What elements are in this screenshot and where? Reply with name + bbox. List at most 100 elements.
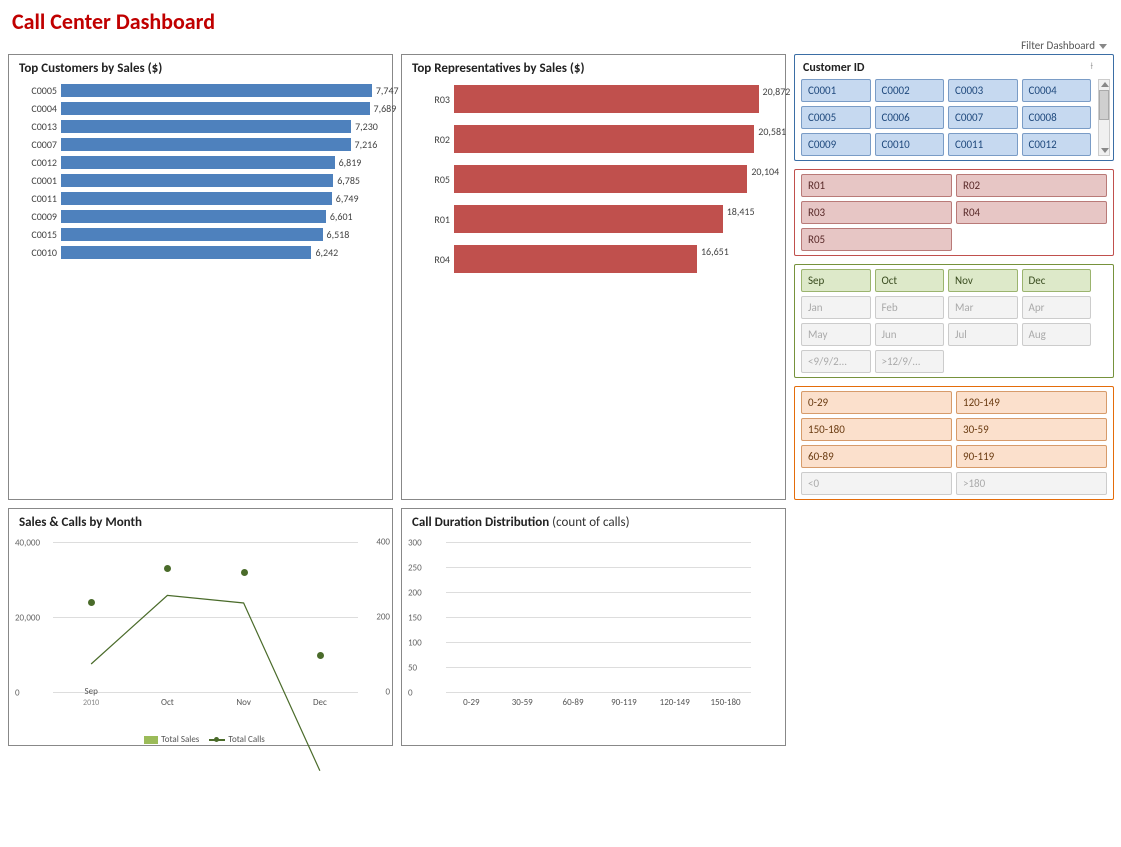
bar-label: R01	[412, 213, 454, 226]
slicer-chip[interactable]: <9/9/2...	[801, 350, 871, 373]
line-marker	[317, 652, 324, 659]
bar-label: C0009	[19, 210, 61, 223]
slicer-chip[interactable]: C0003	[948, 79, 1018, 102]
bar	[454, 205, 723, 233]
bar-label: R05	[412, 173, 454, 186]
bar-label: C0010	[19, 246, 61, 259]
bar-label: C0012	[19, 156, 61, 169]
bar-row: C00057,747	[19, 82, 382, 99]
bar-value: 7,230	[355, 120, 378, 133]
bar-row: C00047,689	[19, 100, 382, 117]
slicer-chip[interactable]: R04	[956, 201, 1107, 224]
slicer-chip[interactable]: Jul	[948, 323, 1018, 346]
bar-value: 16,651	[701, 245, 729, 258]
x-label: 150-180	[573, 697, 878, 708]
call-duration-panel: Call Duration Distribution (count of cal…	[401, 508, 786, 746]
bar-value: 7,689	[374, 102, 397, 115]
slicer-chip[interactable]: 60-89	[801, 445, 952, 468]
slicer-chip[interactable]: C0009	[801, 133, 871, 156]
slicer-chip[interactable]: R05	[801, 228, 952, 251]
slicer-chip[interactable]: Nov	[948, 269, 1018, 292]
top-customers-panel: Top Customers by Sales ($) C00057,747C00…	[8, 54, 393, 500]
bar	[454, 245, 697, 273]
bar-row: R0520,104	[412, 162, 775, 196]
slicer-chip[interactable]: Jun	[875, 323, 945, 346]
slicer-chip[interactable]: May	[801, 323, 871, 346]
scrollbar[interactable]	[1098, 79, 1110, 156]
bar-label: C0007	[19, 138, 61, 151]
bar-row: C0011 6,749	[19, 190, 382, 207]
bar-label: C0005	[19, 84, 61, 97]
slicer-title: Customer ID	[801, 59, 1107, 79]
rep-slicer: R01R02R03R04R05	[794, 169, 1114, 256]
slicer-chip[interactable]: C0007	[948, 106, 1018, 129]
slicer-chip[interactable]: Oct	[875, 269, 945, 292]
bar-label: C0001	[19, 174, 61, 187]
slicer-chip[interactable]: Aug	[1022, 323, 1092, 346]
bar	[61, 246, 311, 259]
chart-title: Call Duration Distribution (count of cal…	[402, 509, 785, 532]
slicer-chip[interactable]: C0011	[948, 133, 1018, 156]
slicer-chip[interactable]: 120-149	[956, 391, 1107, 414]
bar	[61, 174, 333, 187]
bar	[61, 192, 332, 205]
bar	[454, 125, 754, 153]
slicer-chip[interactable]: C0001	[801, 79, 871, 102]
slicer-chip[interactable]: R02	[956, 174, 1107, 197]
slicer-chip[interactable]: 90-119	[956, 445, 1107, 468]
bar-value: 6,785	[337, 174, 360, 187]
slicer-chip[interactable]: >180	[956, 472, 1107, 495]
slicer-chip[interactable]: C0005	[801, 106, 871, 129]
slicer-chip[interactable]: Apr	[1022, 296, 1092, 319]
slicer-chip[interactable]: C0008	[1022, 106, 1092, 129]
slicer-chip[interactable]: C0002	[875, 79, 945, 102]
slicer-chip[interactable]: 0-29	[801, 391, 952, 414]
funnel-icon[interactable]: ⟊	[1090, 59, 1093, 72]
slicer-chip[interactable]: Feb	[875, 296, 945, 319]
slicer-chip[interactable]: C0006	[875, 106, 945, 129]
bar-value: 20,872	[763, 85, 791, 98]
chart-title: Sales & Calls by Month	[9, 509, 392, 532]
bar-value: 7,216	[355, 138, 378, 151]
slicer-chip[interactable]: Dec	[1022, 269, 1092, 292]
slicer-chip[interactable]: R01	[801, 174, 952, 197]
bar-label: C0011	[19, 192, 61, 205]
bar	[61, 210, 326, 223]
slicer-chip[interactable]: >12/9/...	[875, 350, 945, 373]
slicer-chip[interactable]: C0012	[1022, 133, 1092, 156]
slicer-chip[interactable]: Jan	[801, 296, 871, 319]
slicer-chip[interactable]: C0004	[1022, 79, 1092, 102]
slicer-chip[interactable]: 30-59	[956, 418, 1107, 441]
page-title: Call Center Dashboard	[12, 8, 1113, 35]
bar-row: C00096,601	[19, 208, 382, 225]
slicer-chip[interactable]: Mar	[948, 296, 1018, 319]
bar-row: R0320,872	[412, 82, 775, 116]
bar-value: 20,581	[758, 125, 786, 138]
bar-row: C00156,518	[19, 226, 382, 243]
bar-row: R0220,581	[412, 122, 775, 156]
slicer-chip[interactable]: Sep	[801, 269, 871, 292]
bar-row: R0118,415	[412, 202, 775, 236]
bar	[454, 85, 759, 113]
slicer-chip[interactable]: C0010	[875, 133, 945, 156]
bar	[61, 156, 335, 169]
month-slicer: SepOctNovDec JanFebMarApr MayJunJulAug <9/9…	[794, 264, 1114, 378]
bar	[454, 165, 747, 193]
chart-title: Top Representatives by Sales ($)	[402, 55, 785, 78]
filter-dashboard-button[interactable]: Filter Dashboard	[1021, 39, 1107, 52]
slicer-chip[interactable]: R03	[801, 201, 952, 224]
bar-value: 6,518	[327, 228, 350, 241]
bar-label: R03	[412, 93, 454, 106]
bar-row: C0010 6,242	[19, 244, 382, 261]
duration-slicer: 0-29120-149150-18030-5960-8990-119<0>180	[794, 386, 1114, 500]
sales-calls-panel: Sales & Calls by Month 020,00040,0000200…	[8, 508, 393, 746]
bar-value: 6,242	[315, 246, 338, 259]
bar-label: C0004	[19, 102, 61, 115]
bar-value: 20,104	[751, 165, 779, 178]
slicer-chip[interactable]: <0	[801, 472, 952, 495]
bar-value: 6,749	[336, 192, 359, 205]
chart-title: Top Customers by Sales ($)	[9, 55, 392, 78]
bar	[61, 102, 370, 115]
slicer-chip[interactable]: 150-180	[801, 418, 952, 441]
bar	[61, 138, 351, 151]
